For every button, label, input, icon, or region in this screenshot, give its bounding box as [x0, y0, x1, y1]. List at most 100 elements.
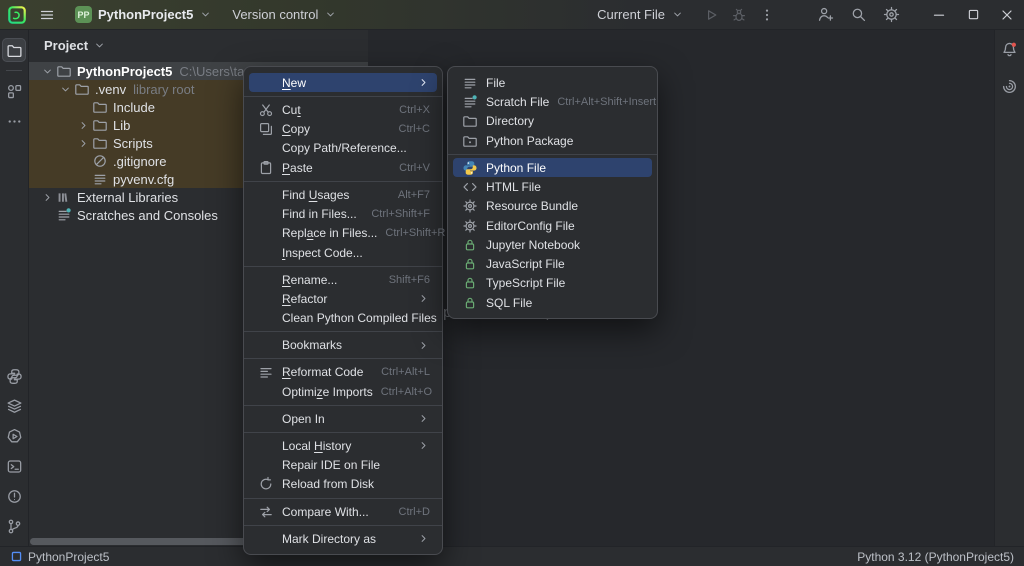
tool-rail-button-more-tool-windows[interactable]: [2, 109, 26, 133]
menu-item-typescript-file[interactable]: TypeScript File: [453, 274, 652, 293]
status-interpreter-widget[interactable]: Python 3.12 (PythonProject5): [857, 550, 1014, 564]
menu-item-label: Compare With...: [282, 505, 369, 519]
menu-item-python-file[interactable]: Python File: [453, 158, 652, 177]
menu-item-file[interactable]: File: [453, 73, 652, 92]
tool-rail-button-problems[interactable]: [2, 484, 26, 508]
debug-icon[interactable]: [731, 7, 747, 23]
menu-item-editorconfig-file[interactable]: EditorConfig File: [453, 216, 652, 235]
menu-item-new[interactable]: New: [249, 73, 437, 92]
project-panel-header[interactable]: Project: [29, 30, 368, 60]
menu-item-javascript-file[interactable]: JavaScript File: [453, 254, 652, 273]
chevron-down-icon: [671, 8, 684, 21]
search-everywhere-icon[interactable]: [850, 6, 867, 23]
menu-item-directory[interactable]: Directory: [453, 112, 652, 131]
menu-item-clean-python-compiled-files[interactable]: Clean Python Compiled Files: [249, 309, 437, 328]
chevron-down-icon: [199, 8, 212, 21]
menu-item-cut[interactable]: CutCtrl+X: [249, 100, 437, 119]
hamburger-icon: [39, 7, 55, 23]
menu-item-find-usages[interactable]: Find UsagesAlt+F7: [249, 185, 437, 204]
menu-item-jupyter-notebook[interactable]: Jupyter Notebook: [453, 235, 652, 254]
reload-icon: [258, 476, 274, 492]
status-bar: PythonProject5 Python 3.12 (PythonProjec…: [0, 546, 1024, 566]
maximize-button[interactable]: [956, 0, 990, 30]
chevron-down-icon[interactable]: [39, 65, 55, 78]
menu-item-find-in-files[interactable]: Find in Files...Ctrl+Shift+F: [249, 204, 437, 223]
tree-item-label: Include: [113, 100, 155, 115]
more-actions-icon[interactable]: [759, 7, 775, 23]
bell-icon: [1001, 41, 1018, 58]
tool-rail-button-python-packages[interactable]: [2, 394, 26, 418]
tree-item-suffix: library root: [133, 82, 194, 97]
project-widget[interactable]: PP PythonProject5: [68, 3, 219, 27]
chevron-down-icon: [324, 8, 337, 21]
folder-icon: [73, 81, 91, 97]
menu-item-label: Inspect Code...: [282, 246, 363, 260]
menu-item-compare-with[interactable]: Compare With...Ctrl+D: [249, 502, 437, 521]
main-menu-button[interactable]: [32, 3, 62, 27]
menu-item-html-file[interactable]: HTML File: [453, 177, 652, 196]
menu-item-bookmarks[interactable]: Bookmarks: [249, 336, 437, 355]
menu-item-paste[interactable]: PasteCtrl+V: [249, 158, 437, 177]
menu-item-label: Rename...: [282, 273, 337, 287]
ignored-file-icon: [91, 153, 109, 169]
tool-rail-button-version-control[interactable]: [2, 514, 26, 538]
menu-separator: [244, 96, 442, 97]
left-tool-rail: [0, 30, 29, 546]
tool-rail-button-structure[interactable]: [2, 79, 26, 103]
run-icon[interactable]: [703, 7, 719, 23]
menu-item-python-package[interactable]: Python Package: [453, 131, 652, 150]
menu-item-open-in[interactable]: Open In: [249, 409, 437, 428]
menu-item-label: Refactor: [282, 292, 327, 306]
menu-item-replace-in-files[interactable]: Replace in Files...Ctrl+Shift+R: [249, 224, 437, 243]
minimize-icon: [931, 7, 947, 23]
minimize-button[interactable]: [922, 0, 956, 30]
right-tool-rail: [994, 30, 1024, 546]
menu-item-label: File: [486, 76, 505, 90]
menu-item-shortcut: Ctrl+Shift+R: [385, 227, 445, 239]
menu-item-refactor[interactable]: Refactor: [249, 289, 437, 308]
menu-item-copy-path-reference[interactable]: Copy Path/Reference...: [249, 139, 437, 158]
menu-item-copy[interactable]: CopyCtrl+C: [249, 119, 437, 138]
chevron-right-icon[interactable]: [75, 119, 91, 132]
menu-item-label: Replace in Files...: [282, 226, 377, 240]
structure-tool-icon: [6, 83, 23, 100]
menu-item-label: Scratch File: [486, 95, 549, 109]
chevron-down-icon[interactable]: [57, 83, 73, 96]
code-with-me-icon[interactable]: [817, 6, 834, 23]
close-button[interactable]: [990, 0, 1024, 30]
vcs-widget[interactable]: Version control: [225, 3, 344, 27]
menu-item-rename[interactable]: Rename...Shift+F6: [249, 270, 437, 289]
context-menu: New CutCtrl+XCopyCtrl+CCopy Path/Referenc…: [243, 66, 443, 555]
status-project-widget[interactable]: PythonProject5: [10, 550, 109, 564]
chevron-right-icon[interactable]: [39, 191, 55, 204]
tree-item-label: PythonProject5: [77, 64, 172, 79]
menu-item-label: Mark Directory as: [282, 532, 376, 546]
menu-item-scratch-file[interactable]: Scratch FileCtrl+Alt+Shift+Insert: [453, 92, 652, 111]
tool-rail-button-terminal[interactable]: [2, 454, 26, 478]
menu-item-label: Python Package: [486, 134, 573, 148]
menu-item-repair-ide-on-file[interactable]: Repair IDE on File: [249, 456, 437, 475]
tool-rail-button-ai-assistant[interactable]: [998, 74, 1022, 98]
tool-rail-button-notifications[interactable]: [998, 37, 1022, 61]
menu-item-local-history[interactable]: Local History: [249, 436, 437, 455]
tool-rail-button-project[interactable]: [2, 38, 26, 62]
menu-item-reformat-code[interactable]: Reformat CodeCtrl+Alt+L: [249, 363, 437, 382]
run-config-label: Current File: [597, 7, 665, 22]
menu-item-inspect-code[interactable]: Inspect Code...: [249, 243, 437, 262]
settings-gear-icon[interactable]: [883, 6, 900, 23]
menu-item-label: Find in Files...: [282, 207, 357, 221]
tree-item-label: External Libraries: [77, 190, 178, 205]
menu-item-reload-from-disk[interactable]: Reload from Disk: [249, 475, 437, 494]
tool-rail-button-python-console[interactable]: [2, 364, 26, 388]
terminal-tool-icon: [6, 458, 23, 475]
compare-icon: [258, 504, 274, 520]
menu-item-mark-directory-as[interactable]: Mark Directory as: [249, 529, 437, 548]
run-config-widget[interactable]: Current File: [590, 3, 691, 27]
tool-rail-button-services[interactable]: [2, 424, 26, 448]
menu-item-resource-bundle[interactable]: Resource Bundle: [453, 197, 652, 216]
chevron-right-icon[interactable]: [75, 137, 91, 150]
submenu-arrow-icon: [417, 412, 430, 425]
menu-item-sql-file[interactable]: SQL File: [453, 293, 652, 312]
menu-item-optimize-imports[interactable]: Optimize ImportsCtrl+Alt+O: [249, 382, 437, 401]
more-tools-icon: [6, 113, 23, 130]
